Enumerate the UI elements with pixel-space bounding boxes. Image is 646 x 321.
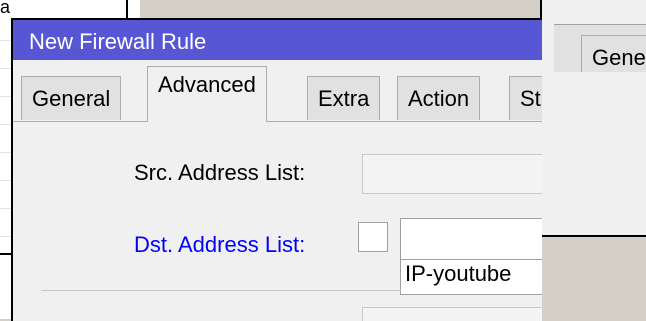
background-window-body [554, 72, 646, 212]
src-address-list-field[interactable] [362, 154, 542, 194]
src-address-list-label: Src. Address List: [134, 160, 306, 185]
new-firewall-rule-dialog: New Firewall Rule General Advanced Extra… [11, 18, 542, 321]
dst-address-list-invert-checkbox[interactable] [358, 222, 388, 252]
tab-general[interactable]: General [21, 76, 122, 120]
tab-extra[interactable]: Extra [307, 76, 381, 120]
background-window-right: Gene [540, 0, 646, 237]
dst-address-list-input[interactable] [400, 218, 542, 260]
tab-underline [13, 121, 542, 122]
section-separator [41, 290, 401, 291]
background-text-fragment: a [0, 0, 11, 14]
dialog-title: New Firewall Rule [29, 29, 207, 54]
background-tab-bar: Gene [554, 24, 646, 79]
tab-advanced[interactable]: Advanced [147, 66, 267, 122]
dialog-titlebar[interactable]: New Firewall Rule [13, 20, 542, 60]
dropdown-option-ip-youtube[interactable]: IP-youtube [400, 259, 542, 295]
dst-address-list-label[interactable]: Dst. Address List: [134, 232, 305, 258]
tab-bar: General Advanced Extra Action St [13, 60, 542, 122]
tab-action[interactable]: Action [397, 76, 481, 120]
tab-status[interactable]: St [509, 76, 542, 120]
